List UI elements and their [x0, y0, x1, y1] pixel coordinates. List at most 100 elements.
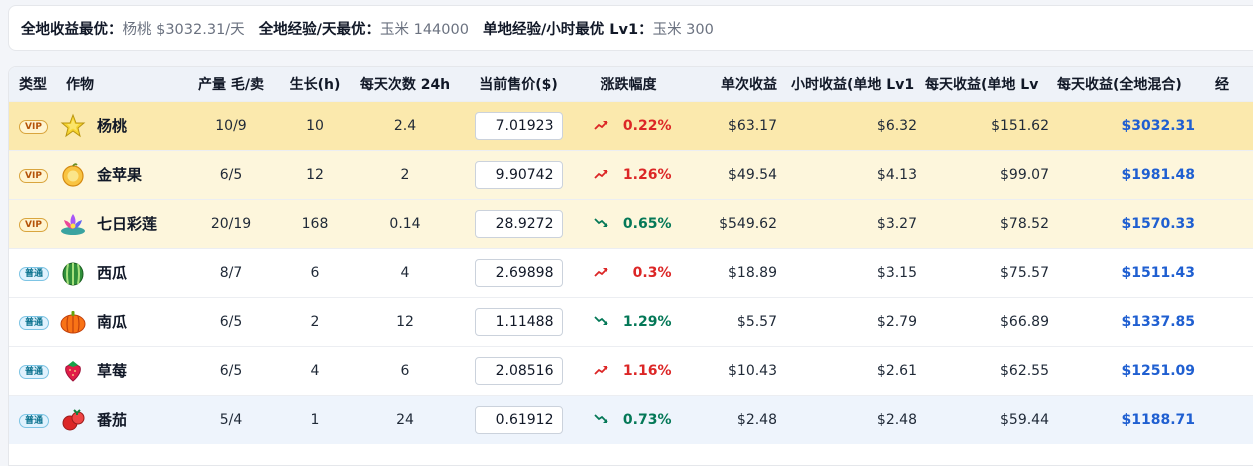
change-cell: 1.16%	[576, 346, 681, 395]
yield-cell: 8/7	[219, 264, 243, 281]
single-income-cell: $5.57	[736, 313, 777, 330]
price-input[interactable]	[474, 209, 563, 238]
extra-cell	[1209, 297, 1253, 346]
table-header: 类型 作物 产量 毛/卖 生长(h) 每天次数 24h 当前售价($) 涨跌幅度…	[9, 67, 1253, 101]
growth-cell: 4	[310, 362, 320, 379]
hourly-income-cell: $3.15	[876, 264, 917, 281]
col-header-growth[interactable]: 生长(h)	[281, 67, 349, 101]
extra-cell	[1209, 346, 1253, 395]
trend-down-icon	[593, 216, 608, 232]
extra-cell	[1209, 395, 1253, 444]
type-cell: VIP	[9, 199, 56, 248]
change-cell: 0.22%	[576, 101, 681, 150]
crop-cell: 草莓	[56, 346, 181, 395]
extra-cell	[1209, 248, 1253, 297]
crop-name: 七日彩莲	[97, 215, 158, 233]
daily-single-cell: $59.44	[1000, 411, 1049, 428]
change-value: 1.16%	[622, 362, 672, 379]
pumpkin-icon	[59, 308, 87, 336]
trend-down-icon	[593, 412, 608, 428]
daily-all-cell: $1188.71	[1121, 411, 1195, 428]
yield-cell: 6/5	[219, 362, 243, 379]
col-header-crop[interactable]: 作物	[56, 67, 181, 101]
col-header-price[interactable]: 当前售价($)	[461, 67, 576, 101]
type-cell: 普通	[9, 395, 56, 444]
crop-name: 草莓	[97, 362, 128, 380]
col-header-yield[interactable]: 产量 毛/卖	[181, 67, 281, 101]
price-input[interactable]	[474, 258, 563, 287]
change-cell: 1.29%	[576, 297, 681, 346]
daily-all-cell: $1570.33	[1121, 215, 1195, 232]
crop-cell: 七日彩莲	[56, 199, 181, 248]
single-income-cell: $63.17	[728, 117, 777, 134]
daily-all-cell: $1511.43	[1121, 264, 1195, 281]
crop-cell: 番茄	[56, 395, 181, 444]
extra-cell	[1209, 150, 1253, 199]
table-row: 普通 番茄 5/4 1 24 0.73% $2.48 $2.48 $59.44 $1188.71	[9, 395, 1253, 444]
growth-cell: 12	[306, 166, 324, 183]
growth-cell: 6	[310, 264, 320, 281]
strawberry-icon	[59, 357, 87, 385]
normal-badge: 普通	[19, 414, 50, 429]
growth-cell: 2	[310, 313, 320, 330]
crop-table-container: 类型 作物 产量 毛/卖 生长(h) 每天次数 24h 当前售价($) 涨跌幅度…	[8, 66, 1253, 466]
change-value: 1.26%	[622, 166, 672, 183]
price-cell	[461, 101, 576, 150]
normal-badge: 普通	[19, 267, 50, 281]
col-header-type[interactable]: 类型	[9, 67, 56, 101]
price-cell	[461, 395, 576, 444]
price-input[interactable]	[474, 356, 563, 385]
times-cell: 12	[396, 313, 414, 330]
price-input[interactable]	[474, 405, 563, 434]
crop-cell: 杨桃	[56, 101, 181, 150]
crop-name: 西瓜	[97, 264, 128, 282]
table-row: VIP 七日彩莲 20/19 168 0.14 0.65% $549.62 $3.27 $78.…	[9, 199, 1253, 248]
hourly-income-cell: $4.13	[876, 166, 917, 183]
daily-single-cell: $78.52	[1000, 215, 1049, 232]
best-exp-hour-value: 玉米 300	[652, 21, 714, 38]
crop-cell: 西瓜	[56, 248, 181, 297]
price-cell	[461, 199, 576, 248]
table-row: 普通 南瓜 6/5 2 12 1.29% $5.57 $2.79 $66.89 $1337.85	[9, 297, 1253, 346]
price-input[interactable]	[474, 111, 563, 140]
crop-cell: 南瓜	[56, 297, 181, 346]
crop-cell: 金苹果	[56, 150, 181, 199]
daily-all-cell: $3032.31	[1121, 117, 1195, 134]
best-exp-day-value: 玉米 144000	[379, 21, 469, 38]
col-header-extra[interactable]: 经	[1209, 67, 1253, 101]
trend-up-icon	[593, 118, 608, 134]
col-header-change[interactable]: 涨跌幅度	[576, 67, 681, 101]
crop-name: 杨桃	[97, 117, 128, 135]
vip-badge: VIP	[19, 218, 48, 232]
best-income-value: 杨桃 $3032.31/天	[122, 21, 245, 38]
star-fruit-icon	[59, 112, 87, 140]
col-header-daily-all[interactable]: 每天收益(全地混合)	[1053, 67, 1209, 101]
vip-badge: VIP	[19, 120, 48, 134]
trend-up-icon	[593, 265, 608, 281]
normal-badge: 普通	[19, 316, 50, 330]
col-header-hourly[interactable]: 小时收益(单地 Lv1	[781, 67, 921, 101]
change-value: 0.73%	[622, 411, 672, 428]
yield-cell: 20/19	[210, 215, 252, 232]
price-input[interactable]	[474, 307, 563, 336]
best-exp-hour-label: 单地经验/小时最优 Lv1：	[482, 21, 653, 38]
daily-all-cell: $1251.09	[1121, 362, 1195, 379]
crop-name: 金苹果	[97, 166, 143, 184]
hourly-income-cell: $2.79	[876, 313, 917, 330]
table-row: 普通 草莓 6/5 4 6 1.16% $10.43 $2.61 $62.55 $1251.09	[9, 346, 1253, 395]
col-header-times[interactable]: 每天次数 24h	[349, 67, 461, 101]
type-cell: 普通	[9, 346, 56, 395]
change-value: 1.29%	[622, 313, 672, 330]
trend-down-icon	[593, 314, 608, 330]
price-input[interactable]	[474, 160, 563, 189]
col-header-daily-single[interactable]: 每天收益(单地 Lv	[921, 67, 1053, 101]
times-cell: 24	[396, 411, 414, 428]
price-cell	[461, 346, 576, 395]
yield-cell: 6/5	[219, 166, 243, 183]
single-income-cell: $10.43	[728, 362, 777, 379]
vip-badge: VIP	[19, 169, 48, 183]
col-header-single[interactable]: 单次收益	[681, 67, 781, 101]
hourly-income-cell: $3.27	[876, 215, 917, 232]
hourly-income-cell: $6.32	[876, 117, 917, 134]
watermelon-icon	[59, 259, 87, 287]
